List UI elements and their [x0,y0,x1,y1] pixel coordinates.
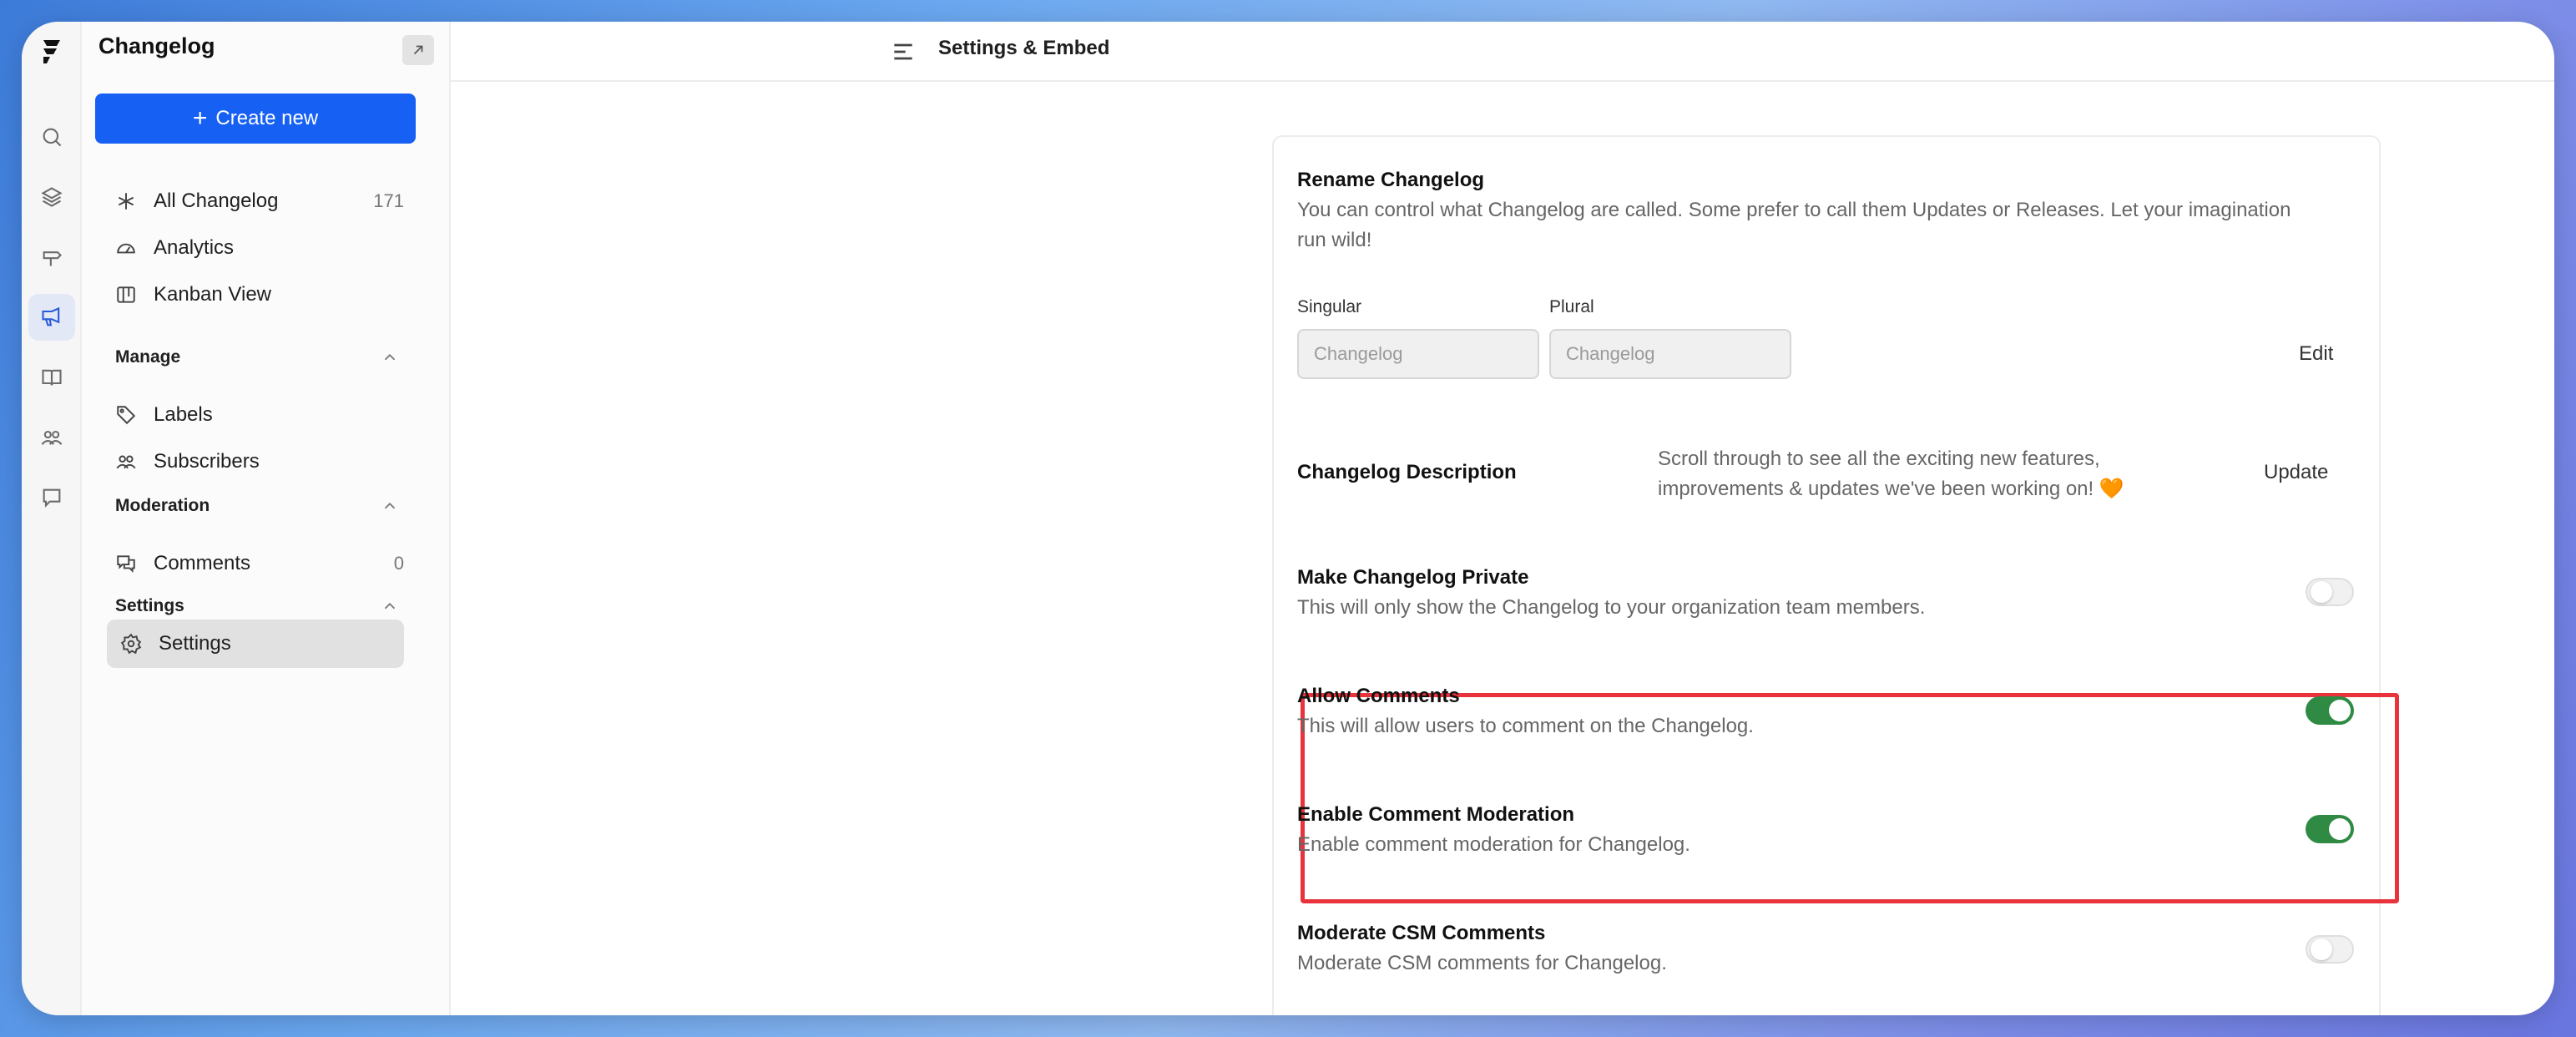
sidebar-item-kanban-view[interactable]: Kanban View [115,274,404,316]
sidebar-item-comments[interactable]: Comments 0 [115,543,404,584]
sidebar-item-label: Comments [154,552,251,574]
allow-comments-title: Allow Comments [1297,685,1460,707]
private-toggle[interactable] [2306,578,2354,606]
chevron-up-icon [381,497,399,515]
description-text-line2: improvements & updates we've been workin… [1658,478,2124,500]
comments-icon [115,553,137,574]
layers-icon[interactable] [28,174,75,220]
comment-moderation-toggle[interactable] [2306,815,2354,843]
create-new-label: Create new [215,107,319,129]
message-icon[interactable] [28,474,75,521]
section-settings[interactable]: Settings [115,589,399,623]
sidebar: Changelog + Create new All Changelog 171… [82,22,451,1015]
sparkle-icon [115,190,137,212]
plus-icon: + [192,104,208,132]
sidebar-item-label: Settings [159,632,231,655]
expand-icon[interactable] [402,35,434,65]
gear-icon [120,633,142,655]
sidebar-item-label: Analytics [154,236,235,259]
kanban-icon [115,284,137,306]
megaphone-icon[interactable] [28,294,75,341]
rename-title: Rename Changelog [1297,169,1485,191]
singular-field[interactable]: Changelog [1297,329,1539,379]
private-description: This will only show the Changelog to you… [1297,596,1926,619]
sidebar-item-all-changelog[interactable]: All Changelog 171 [115,180,404,222]
update-button[interactable]: Update [2264,461,2328,484]
top-bar [451,22,2554,82]
sidebar-item-label: Labels [154,403,213,426]
csm-moderation-toggle[interactable] [2306,935,2354,964]
app-logo-icon[interactable] [35,35,68,68]
private-title: Make Changelog Private [1297,566,1529,589]
plural-label: Plural [1549,297,1594,316]
sidebar-item-label: Kanban View [154,283,271,306]
allow-comments-description: This will allow users to comment on the … [1297,715,1754,737]
sidebar-item-subscribers[interactable]: Subscribers [115,441,404,483]
csm-moderation-description: Moderate CSM comments for Changelog. [1297,952,1667,974]
app-window: Changelog + Create new All Changelog 171… [22,22,2554,1015]
section-manage[interactable]: Manage [115,341,399,374]
search-icon[interactable] [28,114,75,160]
sidebar-item-labels[interactable]: Labels [115,394,404,436]
comment-moderation-title: Enable Comment Moderation [1297,803,1575,826]
plural-field[interactable]: Changelog [1549,329,1791,379]
sidebar-title: Changelog [98,33,215,58]
gauge-icon [115,237,137,259]
description-text-line1: Scroll through to see all the exciting n… [1658,448,2100,470]
users-icon[interactable] [28,414,75,461]
item-count: 0 [393,553,404,574]
chevron-up-icon [381,348,399,367]
singular-label: Singular [1297,297,1362,316]
users-icon [115,451,137,473]
tag-icon [115,404,137,426]
edit-button[interactable]: Edit [2299,342,2333,366]
sidebar-item-label: Subscribers [154,450,260,473]
item-count: 171 [373,190,404,211]
create-new-button[interactable]: + Create new [95,94,416,144]
description-title: Changelog Description [1297,461,1517,483]
section-title: Settings [115,596,184,615]
signpost-icon[interactable] [28,234,75,281]
sidebar-item-label: All Changelog [154,190,279,212]
section-title: Manage [115,347,181,367]
icon-rail [22,22,82,1015]
rename-description-line2: run wild! [1297,229,1372,251]
sidebar-item-analytics[interactable]: Analytics [115,227,404,269]
rename-description-line1: You can control what Changelog are calle… [1297,199,2291,221]
book-icon[interactable] [28,354,75,401]
sidebar-item-settings[interactable]: Settings [107,620,404,668]
page-title: Settings & Embed [938,37,1110,59]
allow-comments-toggle[interactable] [2306,696,2354,725]
section-moderation[interactable]: Moderation [115,489,399,523]
menu-icon[interactable] [890,38,917,65]
chevron-up-icon [381,597,399,615]
comment-moderation-description: Enable comment moderation for Changelog. [1297,833,1690,856]
csm-moderation-title: Moderate CSM Comments [1297,922,1546,944]
section-title: Moderation [115,496,210,515]
